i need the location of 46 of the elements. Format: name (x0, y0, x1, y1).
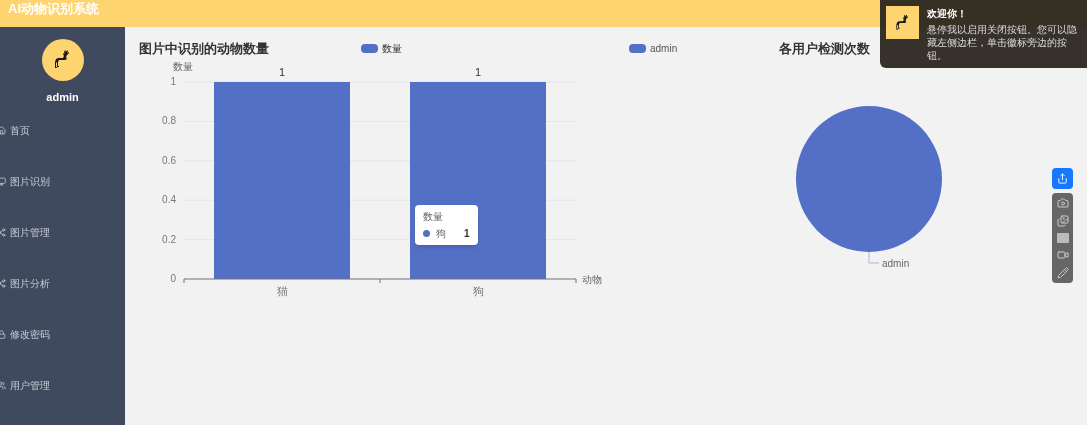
pie-slice[interactable] (796, 105, 942, 252)
share-icon (1057, 173, 1068, 184)
y-tick-label: 1 (170, 75, 176, 87)
x-tick-label: 猫 (276, 284, 288, 297)
chart-title: 各用户检测次数 (779, 40, 870, 58)
leader-line (868, 251, 880, 263)
legend-label: 数量 (382, 42, 402, 57)
bar[interactable] (410, 81, 546, 279)
tooltip-value: 1 (464, 226, 470, 241)
tooltip-title: 数量 (423, 209, 444, 224)
y-tick-label: 0 (170, 272, 176, 284)
x-axis-title: 动物 (582, 273, 602, 285)
pen-icon[interactable] (1056, 267, 1069, 279)
camera-icon[interactable] (1056, 197, 1069, 209)
bar-value-label: 1 (278, 65, 286, 78)
sidebar-item[interactable]: 图片管理 (0, 223, 125, 241)
tooltip-label: 狗 (436, 226, 446, 241)
sidebar-item[interactable]: 用户管理 (0, 376, 125, 394)
sidebar-item[interactable]: 图片识别 (0, 172, 125, 190)
y-tick-label: 0.8 (162, 114, 176, 126)
x-tick-label: 狗 (472, 284, 484, 297)
y-tick-label: 0.4 (162, 193, 176, 205)
toast-title: 欢迎你！ (927, 7, 968, 21)
sidebar-item[interactable]: 图片分析 (0, 274, 125, 292)
toast-message: 悬停我以启用关闭按钮。您可以隐藏左侧边栏，单击徽标旁边的按钮。 (927, 23, 1078, 62)
menu-icon (0, 329, 6, 339)
video-icon[interactable] (1056, 249, 1069, 261)
legend-label: admin (650, 42, 678, 57)
y-tick-label: 0.2 (162, 233, 176, 245)
slice-label: admin (882, 257, 910, 269)
sidebar-item[interactable]: 首页 (0, 121, 125, 139)
images-icon[interactable] (1056, 215, 1069, 227)
sidebar-item[interactable]: 修改密码 (0, 325, 125, 343)
legend-swatch (361, 44, 378, 54)
y-axis-title: 数量 (173, 60, 193, 72)
username: admin (46, 90, 79, 105)
app-title: AI动物识别系统 (8, 1, 99, 17)
bar-value-label: 1 (474, 65, 482, 78)
y-tick-label: 0.6 (162, 154, 176, 166)
menu-icon (0, 125, 6, 135)
menu-icon (0, 176, 6, 186)
menu-icon (0, 380, 6, 390)
share-button[interactable] (1052, 168, 1073, 189)
menu-icon (0, 227, 6, 237)
chart-title: 图片中识别的动物数量 (139, 40, 270, 58)
menu-icon (0, 278, 6, 288)
